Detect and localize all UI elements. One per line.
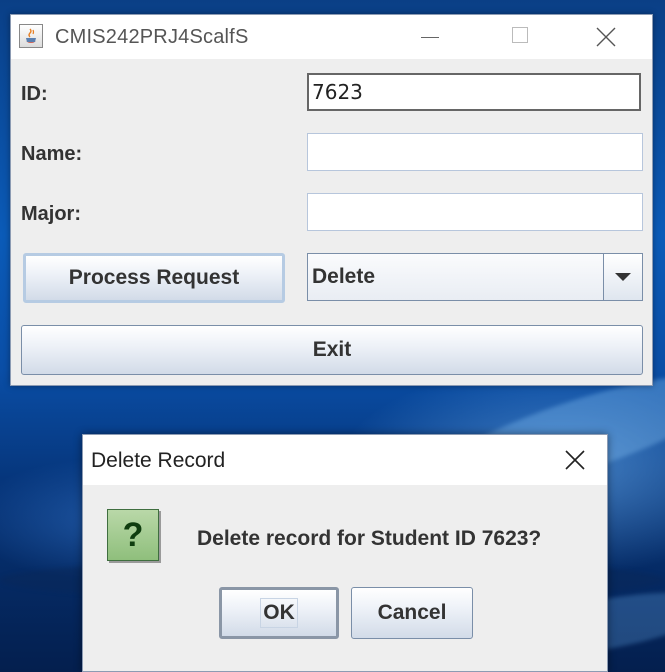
close-icon (565, 450, 585, 470)
id-field[interactable] (307, 73, 641, 111)
operation-selected-value: Delete (312, 265, 376, 288)
minimize-button[interactable] (407, 15, 453, 59)
dialog-titlebar[interactable]: Delete Record (83, 435, 607, 485)
combo-dropdown-button[interactable] (603, 254, 642, 300)
process-request-button[interactable]: Process Request (23, 253, 285, 303)
question-mark-glyph: ? (122, 516, 144, 554)
main-window: CMIS242PRJ4ScalfS ID: Name: Major: Proce… (10, 14, 653, 386)
dialog-title: Delete Record (91, 449, 226, 472)
chevron-down-icon (615, 273, 631, 281)
id-label: ID: (21, 83, 48, 105)
ok-button[interactable]: OK (219, 587, 339, 639)
name-field[interactable] (307, 133, 643, 171)
close-button[interactable] (583, 15, 629, 59)
question-icon: ? (107, 509, 159, 561)
window-title: CMIS242PRJ4ScalfS (55, 26, 249, 48)
major-field[interactable] (307, 193, 643, 231)
operation-combobox[interactable]: Delete (307, 253, 643, 301)
delete-confirm-dialog: Delete Record ? Delete record for Studen… (82, 434, 608, 672)
main-window-titlebar[interactable]: CMIS242PRJ4ScalfS (11, 15, 652, 59)
ok-button-label: OK (260, 598, 298, 628)
cancel-button[interactable]: Cancel (351, 587, 473, 639)
dialog-message: Delete record for Student ID 7623? (197, 527, 542, 550)
exit-button[interactable]: Exit (21, 325, 643, 375)
maximize-button[interactable] (497, 15, 543, 59)
major-label: Major: (21, 203, 81, 225)
dialog-close-button[interactable] (551, 435, 597, 485)
close-icon (596, 27, 616, 47)
name-label: Name: (21, 143, 83, 165)
java-app-icon[interactable] (19, 24, 43, 48)
